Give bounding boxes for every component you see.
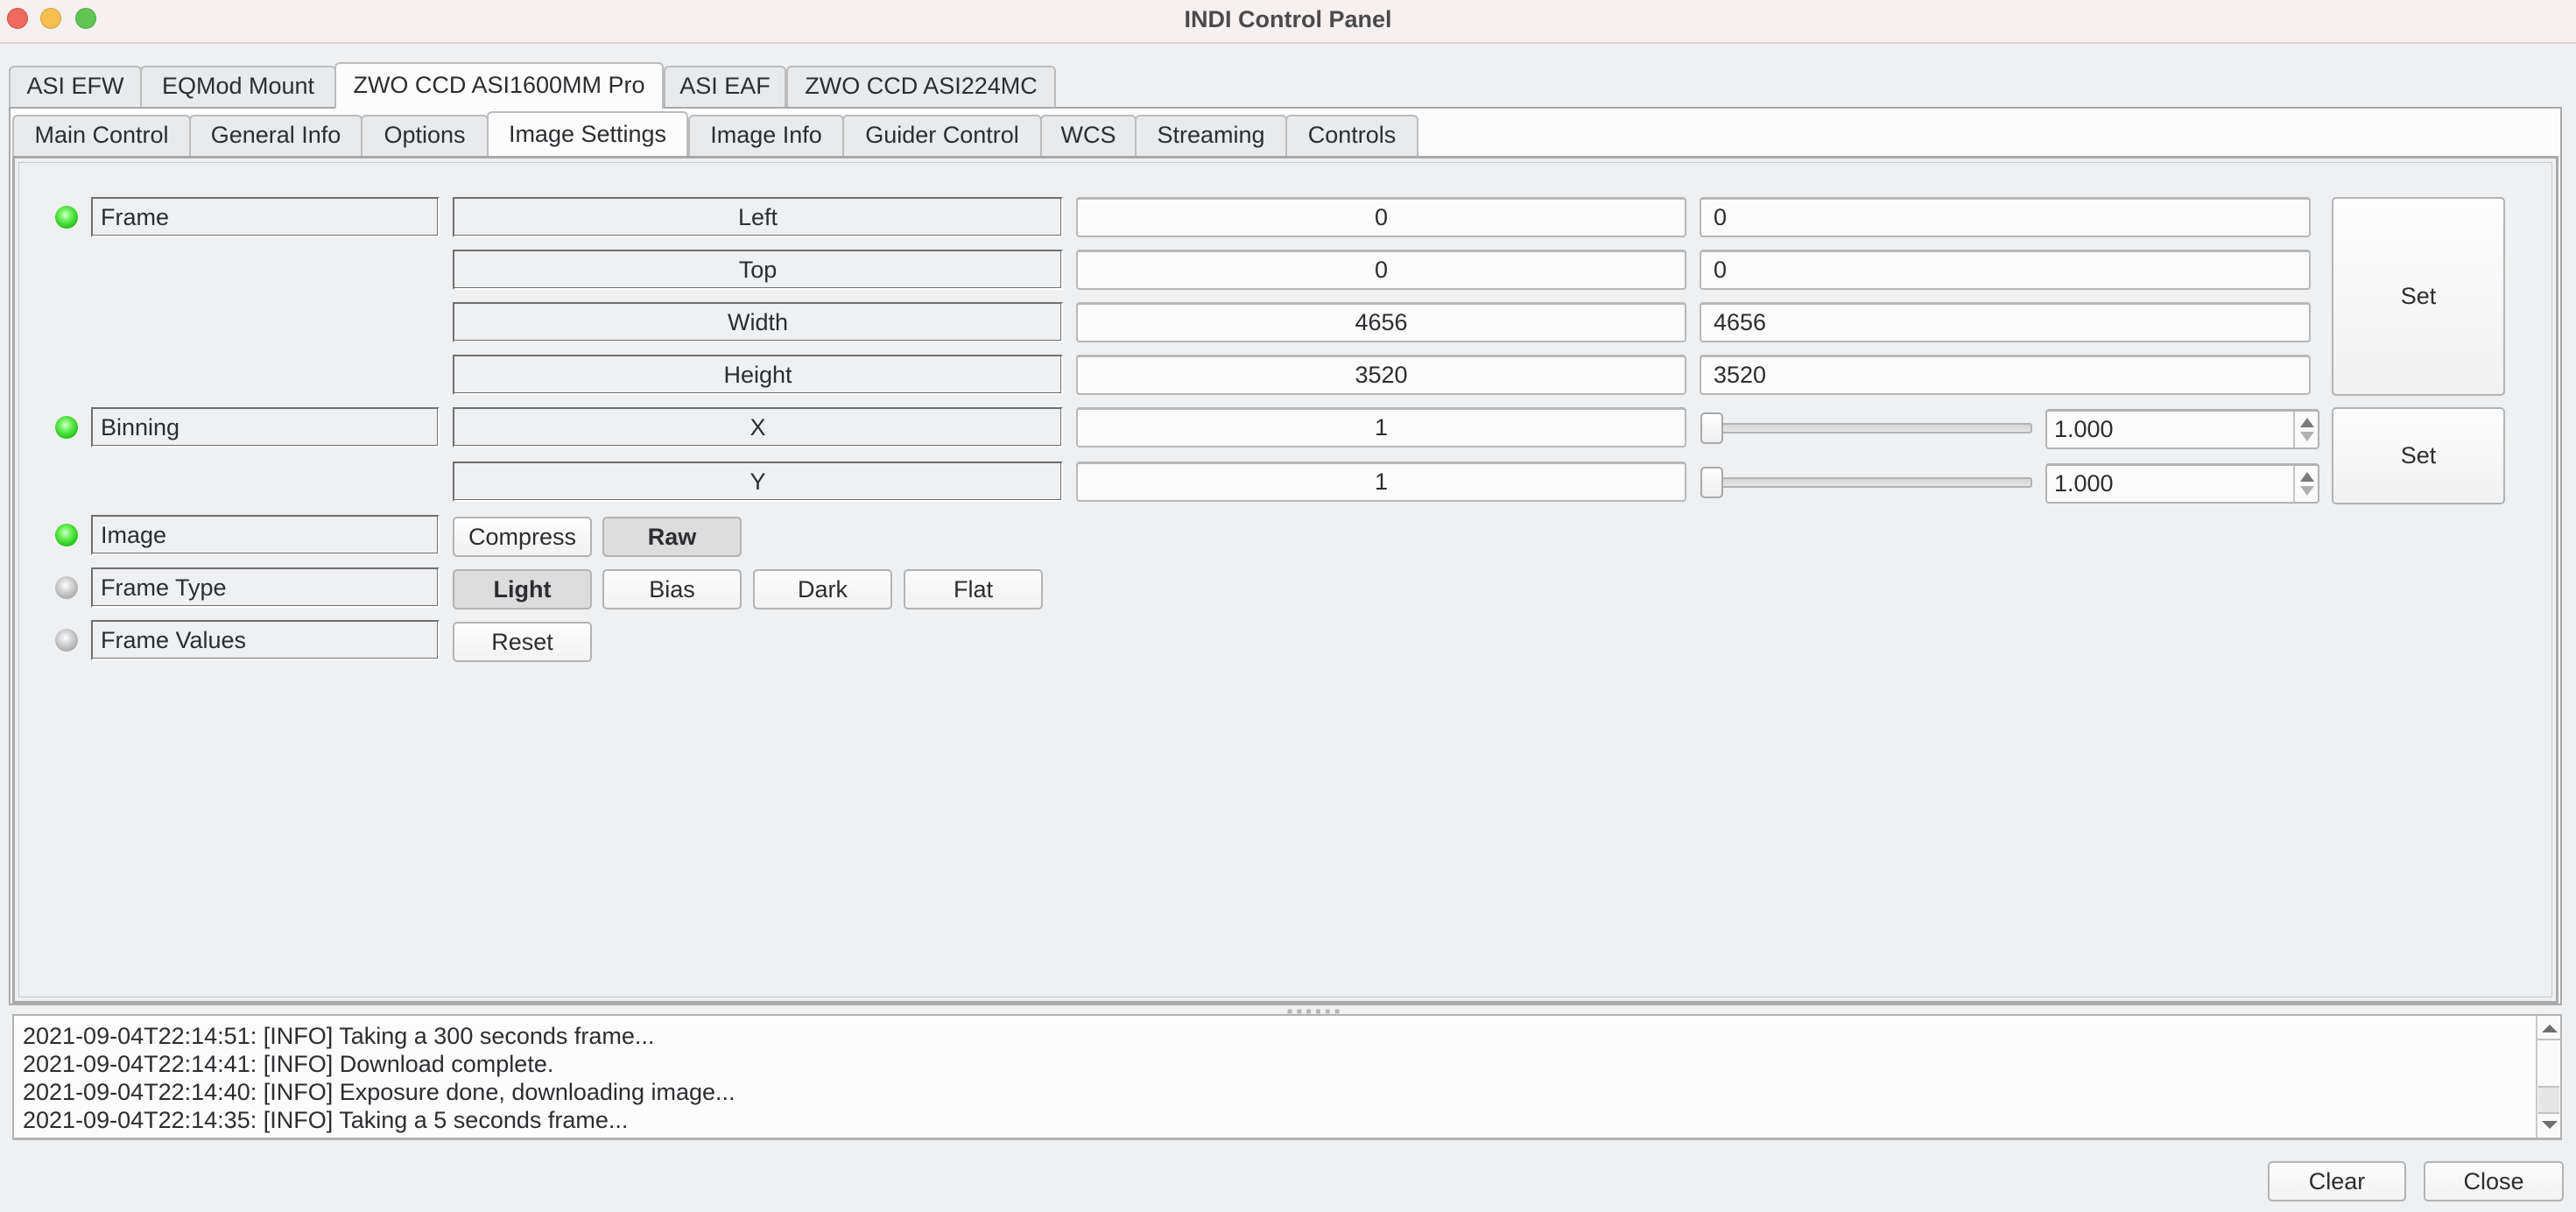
tab-label: Options — [384, 122, 466, 148]
binning-y-slider-thumb[interactable] — [1700, 467, 1723, 498]
frame-left-label: Left — [453, 197, 1063, 237]
tab-asi-eaf[interactable]: ASI EAF — [664, 66, 786, 107]
tab-controls[interactable]: Controls — [1285, 115, 1418, 156]
scroll-up-arrow-icon[interactable] — [2542, 1025, 2558, 1032]
increment-arrow-icon[interactable] — [2300, 472, 2314, 482]
frame-values-status-led — [55, 629, 78, 652]
indi-control-panel-window: INDI Control Panel ASI EFW EQMod Mount Z… — [0, 0, 2576, 1212]
tab-label: Streaming — [1157, 122, 1265, 148]
log-line: 2021-09-04T22:14:51: [INFO] Taking a 300… — [23, 1023, 655, 1049]
title-bar: INDI Control Panel — [0, 0, 2576, 44]
frame-type-light-button[interactable]: Light — [453, 569, 592, 610]
tab-eqmod-mount[interactable]: EQMod Mount — [140, 66, 336, 107]
tab-image-settings[interactable]: Image Settings — [487, 111, 688, 158]
tab-label: General Info — [210, 122, 341, 148]
tab-label: Image Settings — [508, 121, 667, 147]
frame-width-input[interactable]: 4656 — [1700, 302, 2311, 342]
frame-type-dark-button[interactable]: Dark — [753, 569, 892, 610]
frame-type-flat-button[interactable]: Flat — [904, 569, 1043, 610]
frame-type-status-led — [55, 576, 78, 599]
log-line: 2021-09-04T22:14:41: [INFO] Download com… — [23, 1051, 554, 1077]
tab-streaming[interactable]: Streaming — [1135, 115, 1287, 156]
image-compress-button[interactable]: Compress — [453, 517, 592, 557]
tab-label: Guider Control — [865, 122, 1019, 148]
binning-x-slider-track[interactable] — [1706, 423, 2032, 433]
binning-x-label: X — [453, 407, 1063, 447]
scrollbar-separator — [2537, 1039, 2560, 1040]
tab-label: ZWO CCD ASI1600MM Pro — [353, 72, 645, 98]
tab-asi-efw[interactable]: ASI EFW — [9, 66, 142, 107]
log-splitter-handle[interactable]: ■ ■ ■ ■ ■ ■ — [12, 1005, 2558, 1017]
decrement-arrow-icon[interactable] — [2300, 432, 2314, 441]
frame-height-label: Height — [453, 355, 1063, 395]
binning-status-led — [55, 416, 78, 439]
frame-left-value: 0 — [1076, 197, 1686, 237]
frame-values-property-label: Frame Values — [91, 620, 440, 660]
image-property-label: Image — [91, 515, 440, 555]
tab-label: Image Info — [710, 122, 822, 148]
binning-set-button[interactable]: Set — [2332, 407, 2505, 504]
binning-x-spinner[interactable]: 1.000 — [2045, 409, 2319, 449]
increment-arrow-icon[interactable] — [2300, 418, 2314, 427]
frame-top-value: 0 — [1076, 250, 1686, 290]
binning-y-slider-track[interactable] — [1706, 477, 2032, 488]
log-line: 2021-09-04T22:14:35: [INFO] Taking a 5 s… — [23, 1107, 629, 1133]
tab-label: ASI EAF — [679, 73, 771, 99]
frame-top-input[interactable]: 0 — [1700, 250, 2311, 290]
binning-x-spinner-value[interactable]: 1.000 — [2054, 416, 2114, 442]
scroll-down-arrow-icon[interactable] — [2542, 1121, 2558, 1129]
frame-values-reset-button[interactable]: Reset — [453, 622, 592, 662]
window-title: INDI Control Panel — [1184, 6, 1392, 32]
clear-button[interactable]: Clear — [2268, 1161, 2406, 1201]
tab-general-info[interactable]: General Info — [189, 115, 362, 156]
frame-type-property-label: Frame Type — [91, 567, 440, 608]
tab-options[interactable]: Options — [361, 115, 489, 156]
image-raw-button[interactable]: Raw — [602, 517, 742, 557]
binning-x-spinner-arrows[interactable] — [2293, 412, 2318, 447]
tab-zwo-ccd-asi1600mm-pro[interactable]: ZWO CCD ASI1600MM Pro — [334, 62, 664, 109]
image-status-led — [55, 524, 78, 546]
close-button[interactable]: Close — [2424, 1161, 2564, 1201]
frame-top-label: Top — [453, 250, 1063, 290]
frame-left-input[interactable]: 0 — [1700, 197, 2311, 237]
tab-zwo-ccd-asi224mc[interactable]: ZWO CCD ASI224MC — [786, 66, 1056, 107]
tab-label: ZWO CCD ASI224MC — [805, 73, 1038, 99]
frame-type-bias-button[interactable]: Bias — [602, 569, 742, 610]
tab-label: EQMod Mount — [161, 73, 315, 99]
frame-width-value: 4656 — [1076, 302, 1686, 342]
tab-guider-control[interactable]: Guider Control — [842, 115, 1042, 156]
tab-label: WCS — [1060, 122, 1116, 148]
binning-x-value: 1 — [1076, 407, 1686, 447]
binning-y-spinner[interactable]: 1.000 — [2045, 463, 2319, 504]
decrement-arrow-icon[interactable] — [2300, 486, 2314, 496]
binning-y-spinner-arrows[interactable] — [2293, 466, 2318, 502]
tab-image-info[interactable]: Image Info — [688, 115, 844, 156]
tab-label: ASI EFW — [26, 73, 124, 99]
tab-label: Main Control — [34, 122, 169, 148]
tab-wcs[interactable]: WCS — [1040, 115, 1137, 156]
frame-width-label: Width — [453, 302, 1063, 342]
tab-label: Controls — [1307, 122, 1397, 148]
frame-height-input[interactable]: 3520 — [1700, 355, 2311, 395]
binning-y-value: 1 — [1076, 462, 1686, 502]
scrollbar-thumb[interactable] — [2538, 1086, 2559, 1114]
frame-height-value: 3520 — [1076, 355, 1686, 395]
tab-main-control[interactable]: Main Control — [12, 115, 191, 156]
binning-property-label: Binning — [91, 407, 440, 447]
message-log[interactable]: 2021-09-04T22:14:51: [INFO] Taking a 300… — [12, 1014, 2562, 1140]
binning-x-slider-thumb[interactable] — [1700, 412, 1723, 444]
frame-property-label: Frame — [91, 197, 440, 237]
log-line: 2021-09-04T22:14:40: [INFO] Exposure don… — [23, 1079, 735, 1105]
binning-y-spinner-value[interactable]: 1.000 — [2054, 470, 2114, 497]
frame-set-button[interactable]: Set — [2332, 197, 2505, 396]
binning-y-label: Y — [453, 462, 1063, 502]
log-scrollbar[interactable] — [2536, 1016, 2560, 1138]
frame-status-led — [55, 206, 78, 229]
